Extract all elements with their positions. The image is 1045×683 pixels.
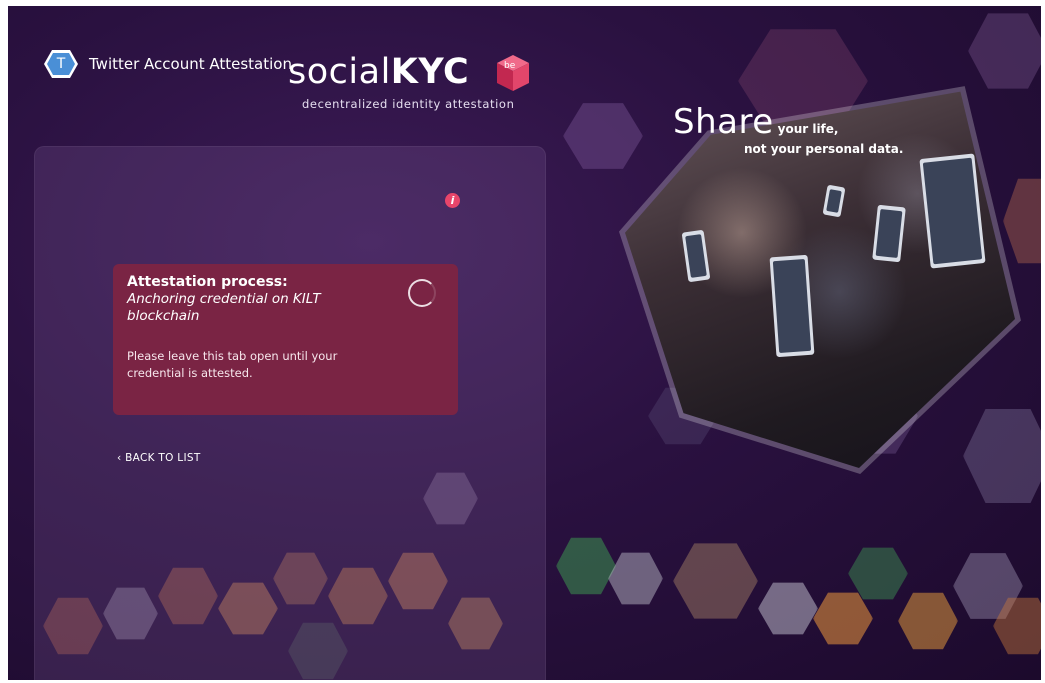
phone-shape <box>681 229 711 283</box>
bokeh-hexagon <box>758 582 818 635</box>
badge-letter: T <box>56 56 66 72</box>
bokeh-hexagon <box>608 552 663 605</box>
hero-headline: Share your life, <box>673 102 838 142</box>
panel-title: Twitter Account Attestation <box>89 55 292 73</box>
phone-shape <box>919 153 986 269</box>
bokeh-hexagon <box>673 543 758 619</box>
process-heading: Attestation process: <box>127 274 288 290</box>
cube-label: be <box>504 61 516 71</box>
logo-wordmark-social: social <box>288 52 391 92</box>
hero-headline-small: your life, <box>777 122 839 136</box>
process-note: Please leave this tab open until your cr… <box>127 349 338 380</box>
logo-wordmark-kyc: KYC <box>390 52 470 92</box>
process-status: Anchoring credential on KILT blockchain <box>127 291 321 324</box>
loading-spinner-icon <box>408 279 436 307</box>
phone-shape <box>769 254 815 358</box>
phone-shape <box>822 184 846 218</box>
socialkyc-logo[interactable]: socialKYC be decentralized identity atte… <box>286 52 529 122</box>
info-icon[interactable]: i <box>445 193 460 208</box>
logo-wordmark: socialKYC <box>288 52 469 92</box>
page-background: socialKYC be decentralized identity atte… <box>8 6 1041 680</box>
phone-shape <box>872 204 906 263</box>
be-cube-icon: be <box>497 55 529 91</box>
logo-tagline: decentralized identity attestation <box>302 97 515 111</box>
twitter-badge-icon: T <box>43 49 79 79</box>
hero-subline: not your personal data. <box>744 142 904 156</box>
hero-headline-big: Share <box>673 102 774 142</box>
back-to-list-link[interactable]: ‹ BACK TO LIST <box>117 452 201 464</box>
bokeh-hexagon <box>898 592 958 650</box>
bokeh-hexagon <box>556 537 616 595</box>
attestation-process-box: Attestation process: Anchoring credentia… <box>113 264 458 415</box>
attestation-header: T Twitter Account Attestation <box>43 49 292 79</box>
